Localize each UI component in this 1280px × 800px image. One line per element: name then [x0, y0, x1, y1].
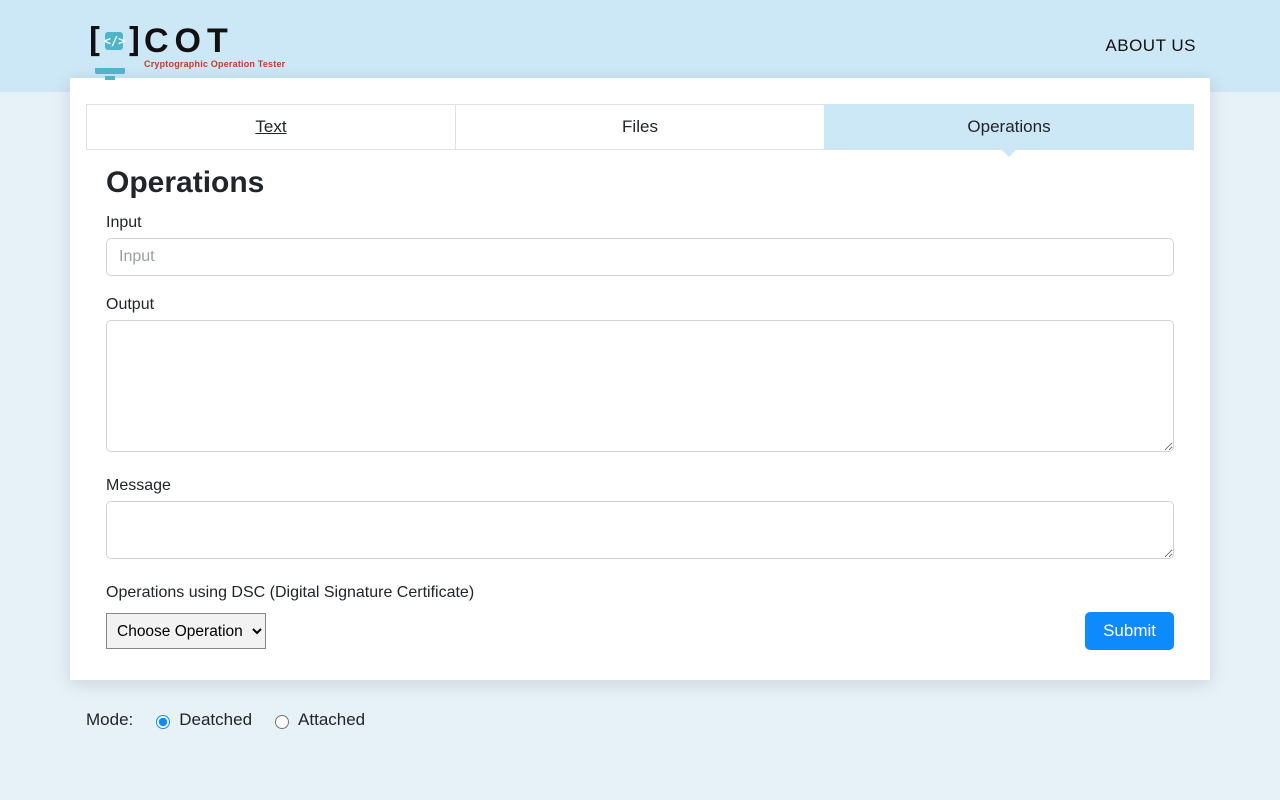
logo-title: COT — [144, 24, 285, 58]
logo-text: COT Cryptographic Operation Tester — [144, 24, 285, 69]
tab-operations[interactable]: Operations — [824, 104, 1193, 149]
mode-attached-radio[interactable] — [275, 715, 289, 729]
submit-button[interactable]: Submit — [1085, 612, 1174, 650]
tab-files-label: Files — [622, 117, 658, 136]
page-header: [ </> ] COT Cryptographic Operation Test… — [0, 0, 1280, 92]
mode-detached-radio[interactable] — [156, 715, 170, 729]
input-label: Input — [106, 214, 1174, 232]
mode-row: Mode: Deatched Attached — [86, 710, 365, 730]
logo-subtitle: Cryptographic Operation Tester — [144, 60, 285, 69]
logo[interactable]: [ </> ] COT Cryptographic Operation Test… — [84, 24, 285, 69]
tab-text[interactable]: Text — [87, 104, 455, 149]
nav-about-link[interactable]: ABOUT US — [1105, 36, 1196, 56]
tab-operations-label: Operations — [967, 117, 1050, 136]
message-field[interactable] — [106, 501, 1174, 559]
dsc-label: Operations using DSC (Digital Signature … — [106, 584, 1174, 602]
logo-icon: [ </> ] — [84, 24, 136, 68]
tab-files[interactable]: Files — [455, 104, 824, 149]
message-label: Message — [106, 477, 1174, 495]
operations-row: Choose Operation Submit — [106, 612, 1174, 650]
operation-select[interactable]: Choose Operation — [106, 613, 266, 649]
mode-detached-label: Deatched — [179, 710, 252, 730]
operations-panel: Operations Input Output Message Operatio… — [86, 150, 1194, 650]
tab-text-label: Text — [255, 117, 286, 136]
input-field[interactable] — [106, 238, 1174, 276]
panel-heading: Operations — [106, 166, 1174, 200]
mode-detached-option[interactable]: Deatched — [151, 710, 252, 730]
mode-label: Mode: — [86, 710, 133, 730]
main-card: Text Files Operations Operations Input O… — [70, 78, 1210, 680]
mode-attached-option[interactable]: Attached — [270, 710, 365, 730]
output-label: Output — [106, 296, 1174, 314]
output-field[interactable] — [106, 320, 1174, 452]
tabs: Text Files Operations — [86, 104, 1194, 150]
mode-attached-label: Attached — [298, 710, 365, 730]
